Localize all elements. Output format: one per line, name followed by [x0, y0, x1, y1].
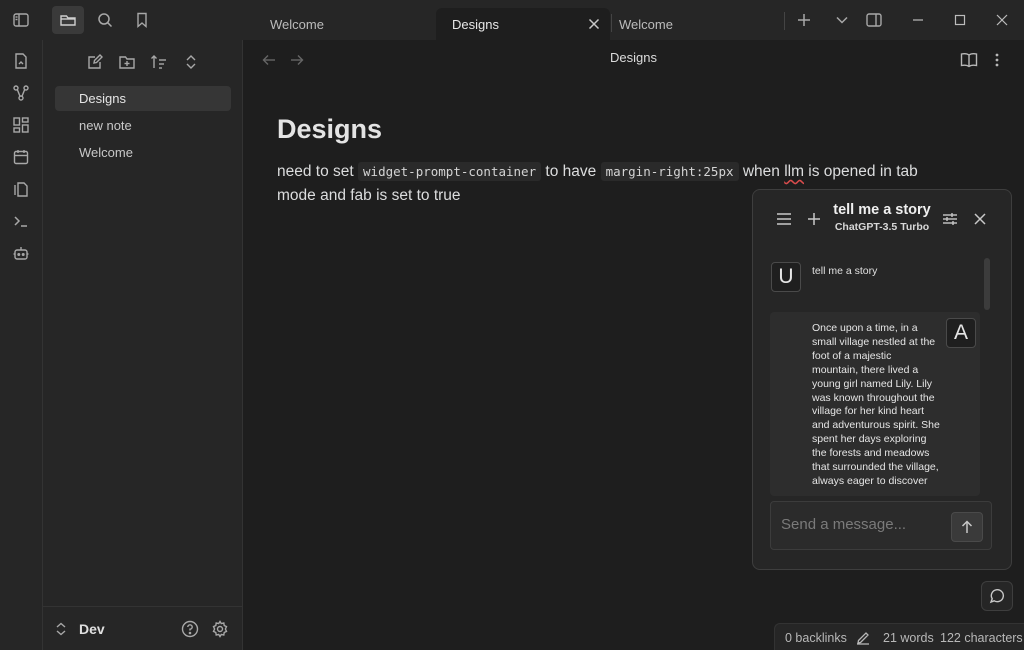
new-note-icon[interactable] [83, 50, 107, 74]
bookmark-icon[interactable] [128, 6, 156, 34]
chat-input-container [770, 501, 992, 550]
title-bar: Welcome Designs Welcome [0, 0, 1024, 40]
chat-model-name[interactable]: ChatGPT-3.5 Turbo [823, 221, 941, 233]
close-tab-icon[interactable] [586, 16, 602, 32]
tab-list-chevron-down-icon[interactable] [828, 6, 856, 34]
note-text: to have [541, 163, 601, 180]
llm-chat-widget: tell me a story ChatGPT-3.5 Turbo U tell… [752, 189, 1012, 570]
open-quick-switcher-icon[interactable] [8, 48, 34, 74]
ribbon [0, 40, 43, 650]
character-count: 122 characters [940, 631, 1023, 645]
vault-name[interactable]: Dev [79, 621, 105, 637]
chat-fab-button[interactable] [981, 581, 1013, 611]
edit-pencil-icon[interactable] [855, 630, 871, 646]
new-tab-icon[interactable] [790, 6, 818, 34]
terminal-icon[interactable] [8, 208, 34, 234]
backlinks-count[interactable]: 0 backlinks [785, 631, 847, 645]
tab-designs[interactable]: Designs [436, 8, 610, 40]
vault-switcher-icon[interactable] [53, 621, 69, 637]
file-explorer: Designs new note Welcome Dev [43, 40, 243, 650]
graph-view-icon[interactable] [8, 80, 34, 106]
chat-title: tell me a story [833, 202, 931, 218]
message-input[interactable] [781, 512, 941, 536]
collapse-all-icon[interactable] [179, 50, 203, 74]
file-item-new-note[interactable]: new note [55, 113, 231, 138]
user-message: tell me a story [812, 265, 878, 277]
file-item-label: new note [79, 118, 132, 133]
close-window-icon[interactable] [988, 6, 1016, 34]
help-icon[interactable] [179, 618, 201, 640]
chat-scrollbar[interactable] [984, 258, 990, 310]
note-heading[interactable]: Designs [277, 114, 382, 145]
status-bar: 0 backlinks 21 words 122 characters [774, 623, 1024, 650]
tab-label: Welcome [270, 16, 324, 32]
canvas-icon[interactable] [8, 112, 34, 138]
toggle-left-sidebar-icon[interactable] [7, 6, 35, 34]
word-count: 21 words [883, 631, 934, 645]
tab-divider [784, 12, 785, 30]
file-item-label: Welcome [79, 145, 133, 160]
minimize-icon[interactable] [904, 6, 932, 34]
reading-view-book-icon[interactable] [957, 48, 981, 72]
sort-icon[interactable] [147, 50, 171, 74]
maximize-icon[interactable] [946, 6, 974, 34]
files-view-icon[interactable] [52, 6, 84, 34]
assistant-message: Once upon a time, in a small village nes… [812, 322, 940, 487]
tab-label: Designs [452, 16, 499, 32]
settings-sliders-icon[interactable] [939, 208, 961, 230]
file-item-designs[interactable]: Designs [55, 86, 231, 111]
chat-header: tell me a story ChatGPT-3.5 Turbo [753, 190, 1011, 246]
inline-code: margin-right:25px [600, 162, 739, 181]
new-folder-icon[interactable] [115, 50, 139, 74]
calendar-icon[interactable] [8, 144, 34, 170]
tab-welcome[interactable]: Welcome [603, 8, 783, 40]
user-avatar: U [771, 262, 801, 292]
menu-hamburger-icon[interactable] [773, 208, 795, 230]
inline-code: widget-prompt-container [358, 162, 542, 181]
tab-welcome[interactable]: Welcome [254, 8, 434, 40]
vault-bar: Dev [43, 606, 243, 650]
toggle-right-sidebar-icon[interactable] [860, 6, 888, 34]
view-header-title[interactable]: Designs [243, 50, 1024, 65]
templates-icon[interactable] [8, 176, 34, 202]
bot-icon[interactable] [8, 240, 34, 266]
search-icon[interactable] [91, 6, 119, 34]
note-text: when [738, 163, 785, 180]
file-item-welcome[interactable]: Welcome [55, 140, 231, 165]
tab-label: Welcome [619, 16, 673, 32]
new-chat-plus-icon[interactable] [803, 208, 825, 230]
misspelled-word: llm [784, 163, 804, 180]
assistant-avatar: A [946, 318, 976, 348]
file-item-label: Designs [79, 91, 126, 106]
more-options-icon[interactable] [985, 48, 1009, 72]
note-text: need to set [277, 163, 359, 180]
settings-gear-icon[interactable] [209, 618, 231, 640]
close-chat-icon[interactable] [969, 208, 991, 230]
send-arrow-up-icon[interactable] [951, 512, 983, 542]
